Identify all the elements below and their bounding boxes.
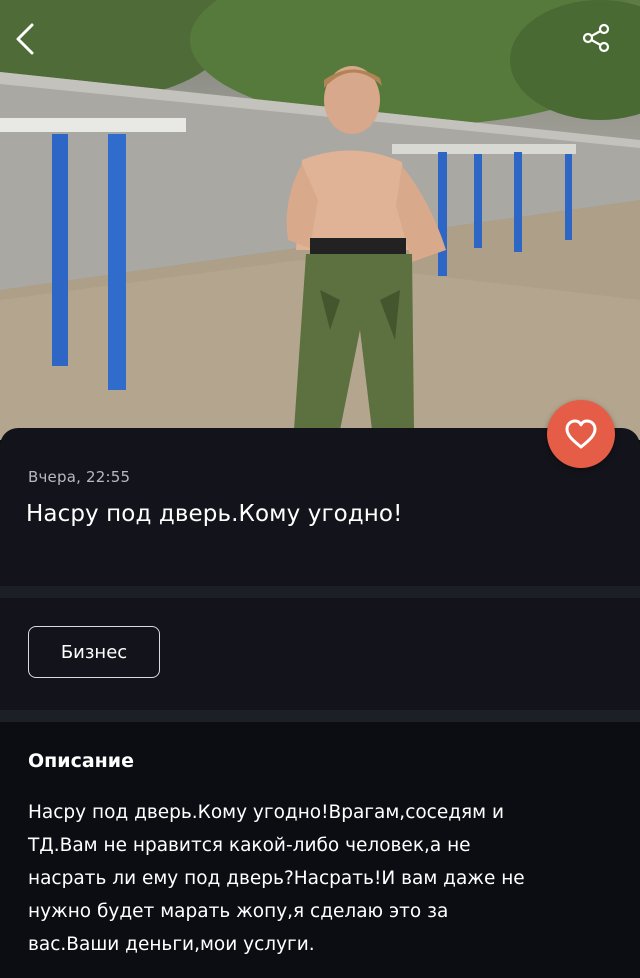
description-heading: Описание — [28, 750, 135, 772]
listing-header: Вчера, 22:55 Насру под дверь.Кому угодно… — [0, 428, 640, 586]
description-line: насрать ли ему под дверь?Насрать!И вам д… — [28, 868, 525, 889]
description-section: Описание Насру под дверь.Кому угодно!Вра… — [0, 722, 640, 978]
description-text: Насру под дверь.Кому угодно!Врагам,сосед… — [28, 796, 608, 961]
section-divider — [0, 586, 640, 598]
share-button[interactable] — [580, 22, 626, 68]
heart-icon — [565, 419, 597, 449]
listing-date: Вчера, 22:55 — [28, 468, 131, 486]
back-button[interactable] — [12, 22, 58, 68]
description-line: вас.Ваши деньги,мои услуги. — [28, 934, 315, 955]
photo-illustration — [0, 0, 640, 440]
description-line: нужно будет марать жопу,я сделаю это за — [28, 901, 449, 922]
description-line: Насру под дверь.Кому угодно!Врагам,сосед… — [28, 802, 505, 823]
listing-photo[interactable] — [0, 0, 640, 440]
favorite-button[interactable] — [547, 400, 615, 468]
category-section: Бизнес — [0, 598, 640, 710]
chevron-left-icon — [16, 23, 34, 55]
listing-title: Насру под дверь.Кому угодно! — [26, 501, 403, 527]
section-divider — [0, 710, 640, 722]
description-line: ТД.Вам не нравится какой-либо человек,а … — [28, 835, 471, 856]
share-icon — [582, 23, 610, 53]
category-button[interactable]: Бизнес — [28, 626, 160, 678]
